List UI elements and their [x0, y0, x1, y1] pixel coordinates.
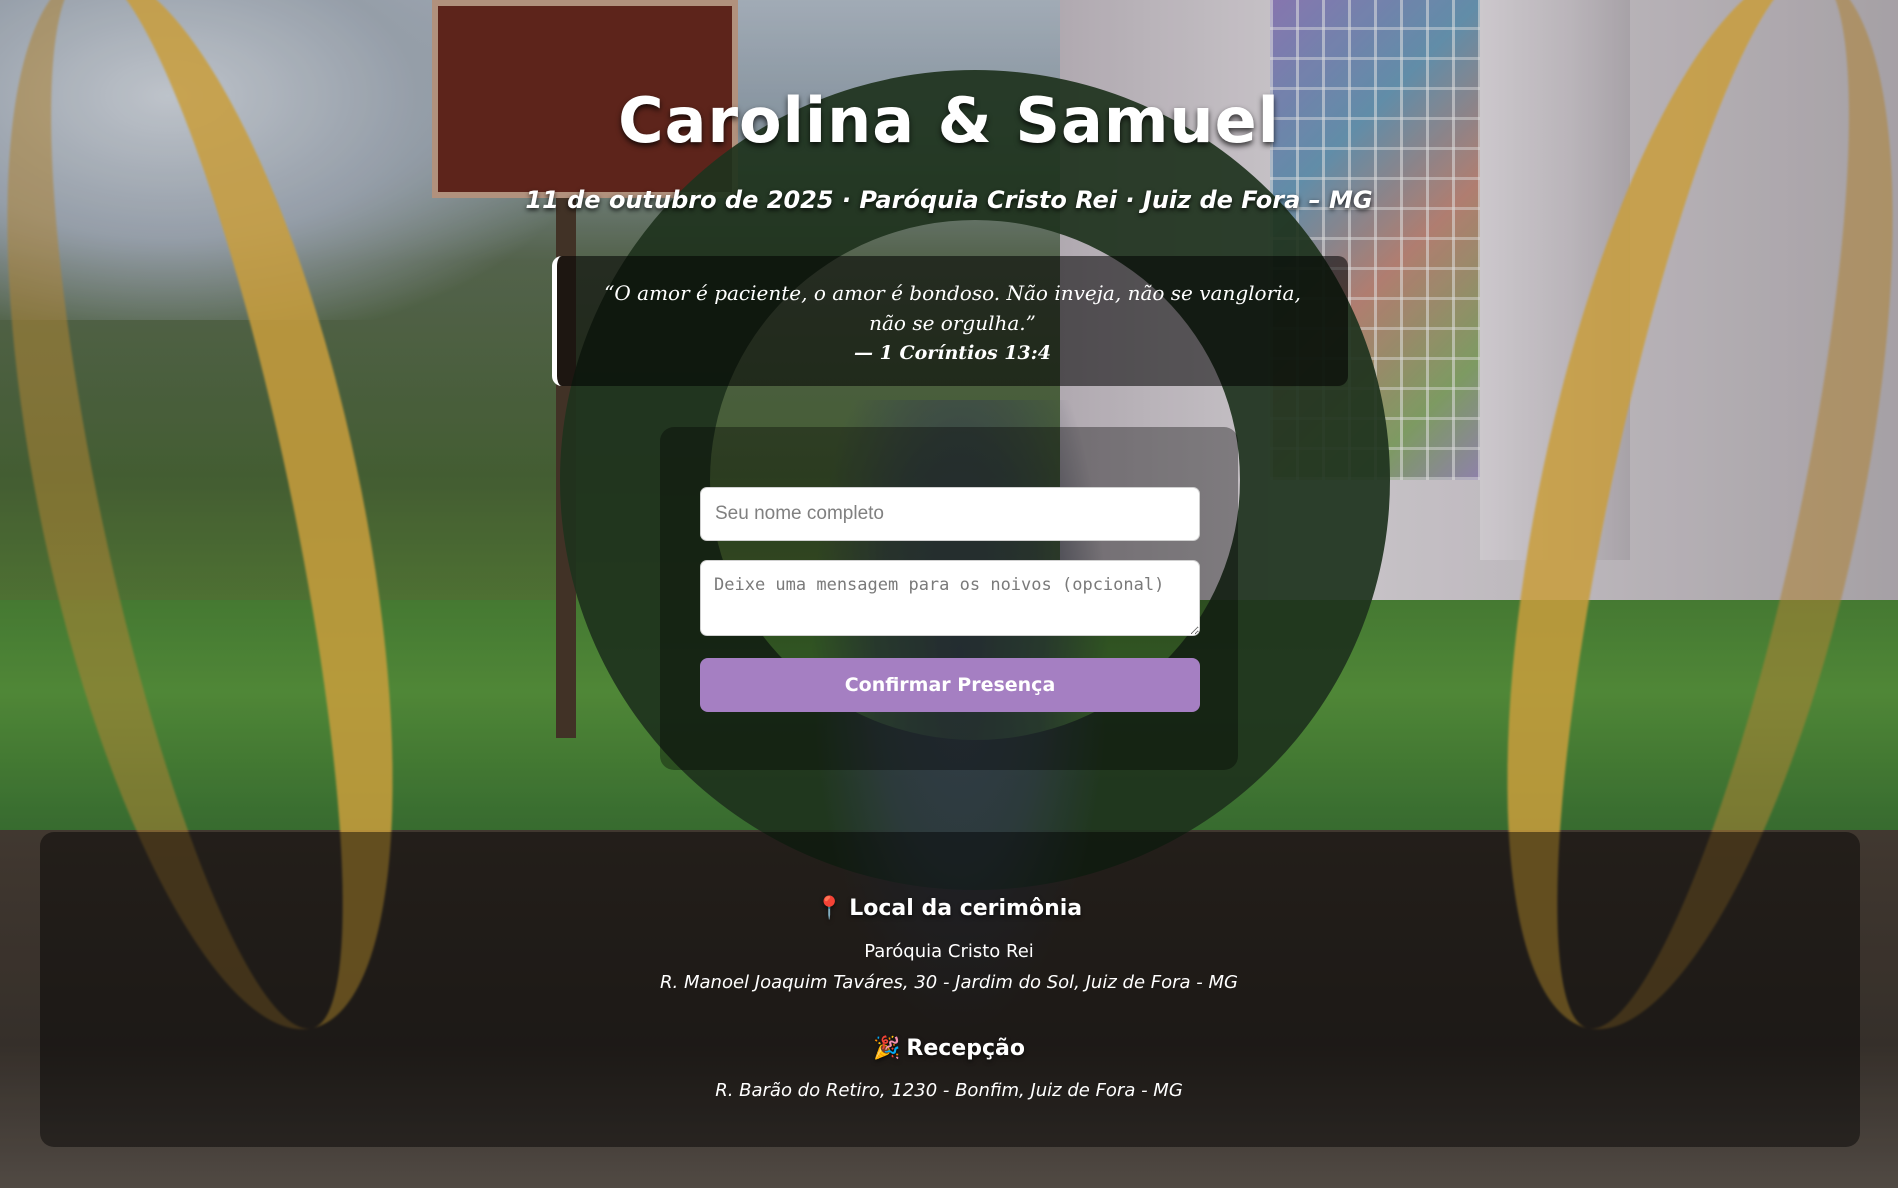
- reception-address: R. Barão do Retiro, 1230 - Bonfim, Juiz …: [715, 1080, 1183, 1101]
- verse-reference: — 1 Coríntios 13:4: [854, 342, 1051, 364]
- party-popper-icon: 🎉: [873, 1036, 901, 1061]
- reception-heading: 🎉 Recepção: [0, 1036, 1898, 1061]
- full-name-input[interactable]: [700, 487, 1200, 541]
- ceremony-place: Paróquia Cristo Rei: [864, 941, 1034, 962]
- confirm-attendance-button[interactable]: Confirmar Presença: [700, 658, 1200, 712]
- ceremony-heading: 📍 Local da cerimônia: [0, 896, 1898, 921]
- pin-icon: 📍: [815, 896, 844, 921]
- ceremony-heading-label: Local da cerimônia: [849, 896, 1083, 921]
- event-subtitle: 11 de outubro de 2025 · Paróquia Cristo …: [525, 186, 1373, 214]
- message-textarea[interactable]: [700, 560, 1200, 636]
- page-title: Carolina & Samuel: [618, 84, 1280, 157]
- bible-verse-card: “O amor é paciente, o amor é bondoso. Nã…: [552, 256, 1348, 386]
- verse-text: “O amor é paciente, o amor é bondoso. Nã…: [604, 281, 1301, 335]
- reception-heading-label: Recepção: [906, 1036, 1025, 1061]
- ceremony-address: R. Manoel Joaquim Taváres, 30 - Jardim d…: [660, 972, 1238, 993]
